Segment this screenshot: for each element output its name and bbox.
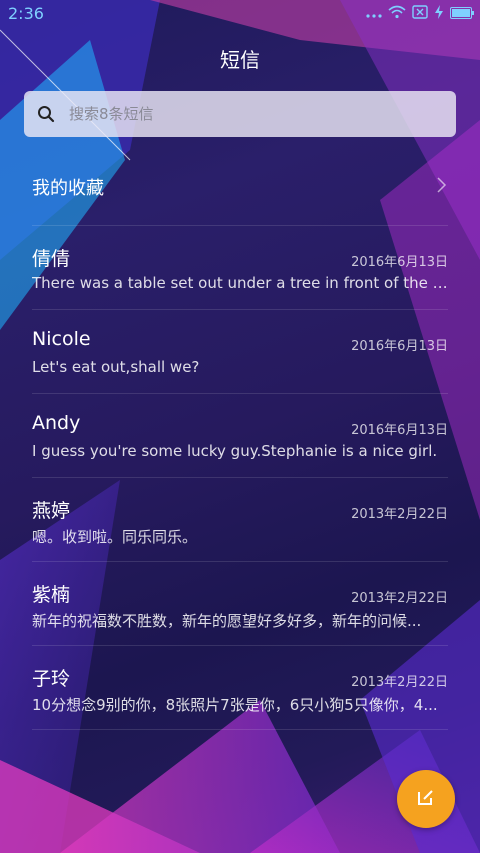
conversation-row[interactable]: 倩倩 2016年6月13日 There was a table set out … [32,226,448,310]
status-icons [366,4,474,23]
conversation-row[interactable]: Andy 2016年6月13日 I guess you're some luck… [32,394,448,478]
message-preview: 10分想念9别的你，8张照片7张是你，6只小狗5只像你，4... [32,696,438,714]
status-time: 2:36 [8,4,44,23]
message-date: 2016年6月13日 [351,423,448,438]
search-bar[interactable] [24,91,456,137]
conversation-list: 倩倩 2016年6月13日 There was a table set out … [32,226,448,730]
message-date: 2016年6月13日 [351,255,448,270]
compose-icon [416,787,436,811]
page-title: 短信 [220,48,260,72]
status-bar: 2:36 [0,0,480,28]
message-preview: I guess you're some lucky guy.Stephanie … [32,442,438,460]
dots-icon [366,4,382,23]
message-date: 2013年2月22日 [351,507,448,522]
conversation-row[interactable]: 紫楠 2013年2月22日 新年的祝福数不胜数，新年的愿望好多好多，新年的问候.… [32,562,448,646]
message-date: 2016年6月13日 [351,339,448,354]
contact-name: Nicole [32,328,91,350]
message-preview: Let's eat out,shall we? [32,358,200,376]
message-preview: There was a table set out under a tree i… [32,274,448,292]
conversation-row[interactable]: 燕婷 2013年2月22日 嗯。收到啦。同乐同乐。 [32,478,448,562]
message-preview: 新年的祝福数不胜数，新年的愿望好多好多，新年的问候... [32,612,422,630]
search-icon [37,105,55,123]
contact-name: Andy [32,412,81,434]
contact-name: 子玲 [32,668,71,690]
favorites-row[interactable]: 我的收藏 [32,164,448,226]
contact-name: 紫楠 [32,584,71,606]
compose-button[interactable] [397,770,455,828]
sim-off-icon [412,4,428,23]
charging-icon [434,4,444,23]
contact-name: 倩倩 [32,248,71,270]
conversation-row[interactable]: 子玲 2013年2月22日 10分想念9别的你，8张照片7张是你，6只小狗5只像… [32,646,448,730]
battery-icon [450,4,474,23]
search-input[interactable] [67,104,431,124]
message-date: 2013年2月22日 [351,675,448,690]
wifi-icon [388,4,406,23]
contact-name: 燕婷 [32,500,71,522]
message-preview: 嗯。收到啦。同乐同乐。 [32,528,198,546]
chevron-right-icon [436,176,448,194]
favorites-label: 我的收藏 [32,178,104,199]
message-date: 2013年2月22日 [351,591,448,606]
conversation-row[interactable]: Nicole 2016年6月13日 Let's eat out,shall we… [32,310,448,394]
